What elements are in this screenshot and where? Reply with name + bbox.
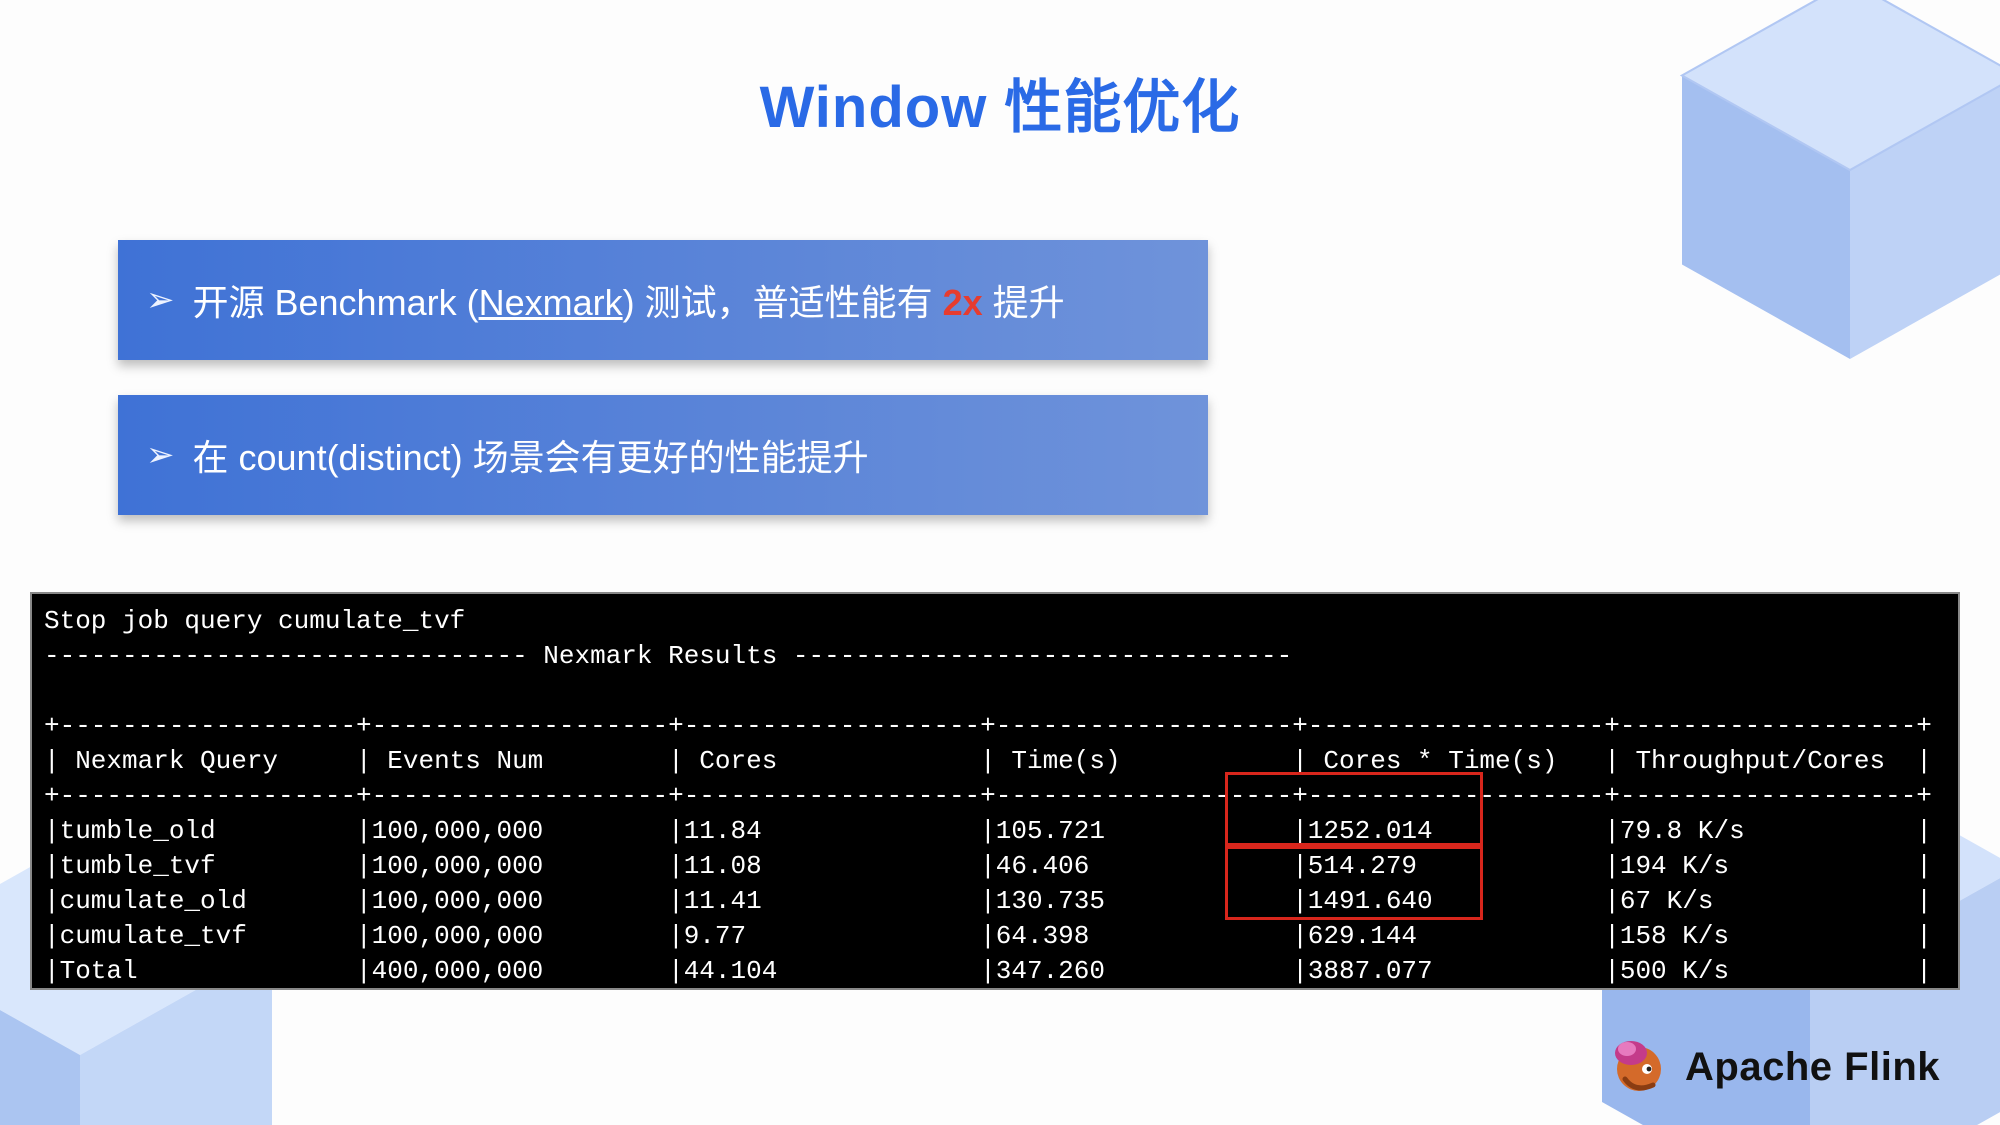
bullet-1-highlight: 2x (943, 282, 983, 323)
footer-brand-text: Apache Flink (1685, 1045, 1940, 1090)
terminal-line-stop: Stop job query cumulate_tvf (44, 606, 465, 636)
terminal-sep-top: +-------------------+-------------------… (44, 711, 1932, 741)
bg-cube-top-right (1620, 0, 2000, 380)
chevron-right-icon: ➢ (146, 435, 175, 475)
table-row: |Total |400,000,000 |44.104 |347.260 |38… (44, 956, 1932, 986)
table-row: |tumble_tvf |100,000,000 |11.08 |46.406 … (44, 851, 1932, 881)
table-row: |cumulate_tvf |100,000,000 |9.77 |64.398… (44, 921, 1932, 951)
flink-logo-icon (1607, 1035, 1671, 1099)
slide-title: Window 性能优化 (0, 60, 2000, 144)
bullet-1-pre: 开源 Benchmark ( (193, 282, 479, 323)
bullet-1: ➢ 开源 Benchmark (Nexmark) 测试，普适性能有 2x 提升 (118, 240, 1208, 360)
bullet-2: ➢ 在 count(distinct) 场景会有更好的性能提升 (118, 395, 1208, 515)
nexmark-link[interactable]: Nexmark (479, 282, 623, 323)
table-row: |cumulate_old |100,000,000 |11.41 |130.7… (44, 886, 1932, 916)
terminal-output: Stop job query cumulate_tvf ------------… (30, 592, 1960, 990)
bullet-2-text: 在 count(distinct) 场景会有更好的性能提升 (193, 429, 869, 481)
footer-brand: Apache Flink (1607, 1035, 1940, 1099)
chevron-right-icon: ➢ (146, 280, 175, 320)
table-row: |tumble_old |100,000,000 |11.84 |105.721… (44, 816, 1932, 846)
bullet-1-text: 开源 Benchmark (Nexmark) 测试，普适性能有 2x 提升 (193, 274, 1065, 326)
terminal-sep-mid: +-------------------+-------------------… (44, 781, 1932, 811)
terminal-line-title: ------------------------------- Nexmark … (44, 641, 1292, 671)
terminal-header-row: | Nexmark Query | Events Num | Cores | T… (44, 746, 1932, 776)
bullet-1-mid: ) 测试，普适性能有 (623, 282, 943, 323)
bullet-1-post: 提升 (983, 282, 1065, 323)
